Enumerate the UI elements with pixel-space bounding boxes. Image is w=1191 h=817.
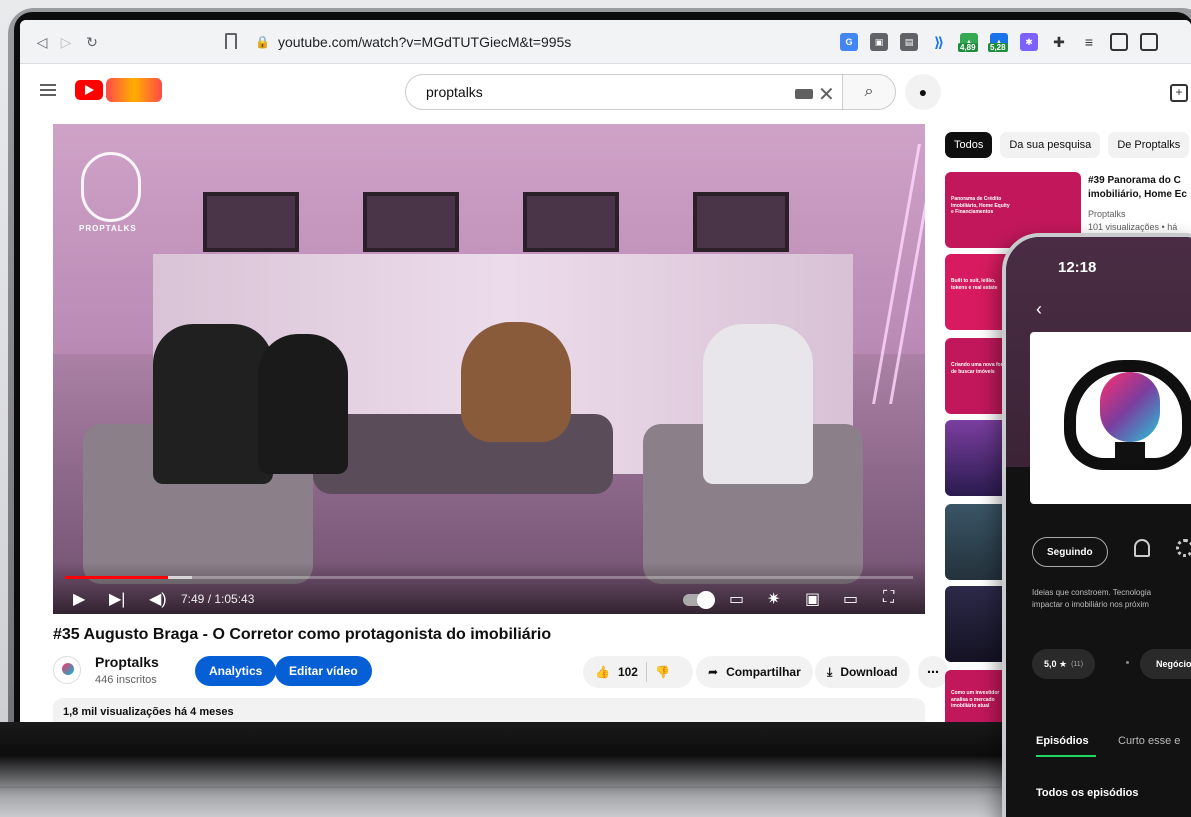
puzzle-icon[interactable]: ✚ <box>1050 33 1068 51</box>
more-actions-button[interactable]: ⋯ <box>918 656 948 688</box>
create-icon[interactable]: + <box>1170 84 1188 102</box>
separator-dot <box>1126 661 1129 664</box>
url-text: youtube.com/watch?v=MGdTUTGiecM&t=995s <box>277 34 572 50</box>
subscriber-count: 446 inscritos <box>95 674 157 686</box>
progress-played <box>65 576 168 579</box>
phone-body-background <box>1006 467 1191 817</box>
scene-window <box>523 192 619 252</box>
volume-icon[interactable]: ◀) <box>149 589 167 609</box>
translate-extension-icon[interactable]: G <box>840 33 858 51</box>
phone-status-time: 12:18 <box>1058 259 1097 276</box>
analytics-button[interactable]: Analytics <box>195 656 277 686</box>
youtube-header: proptalks ✕ ⌕ ● + <box>20 64 1191 120</box>
clear-search-icon[interactable]: ✕ <box>818 82 835 107</box>
scene-window <box>363 192 459 252</box>
like-icon[interactable]: 👍 <box>595 665 610 679</box>
sidebar-icon[interactable] <box>1110 33 1128 51</box>
voice-search-button[interactable]: ● <box>905 74 941 110</box>
youtube-doodle-icon[interactable] <box>106 78 162 102</box>
share-icon: ➦ <box>708 665 719 679</box>
search-input[interactable]: proptalks <box>405 74 855 110</box>
download-button[interactable]: ⤓ Download <box>815 656 910 688</box>
chip-from-channel[interactable]: De Proptalks <box>1108 132 1190 158</box>
audio-extension-icon[interactable]: ⟫ <box>930 33 948 51</box>
extension-badge-icon[interactable]: ▲ 4,89 <box>958 33 978 52</box>
scene-person <box>258 334 348 474</box>
share-button[interactable]: ➦ Compartilhar <box>696 656 813 688</box>
podcast-description: Ideias que constroem. Tecnologia impacta… <box>1032 588 1152 609</box>
lock-icon: 🔒 <box>255 35 270 49</box>
video-title: #35 Augusto Braga - O Corretor como prot… <box>53 626 552 643</box>
chip-all[interactable]: Todos <box>945 132 993 158</box>
podcast-cover <box>1030 332 1191 504</box>
menu-icon[interactable] <box>40 84 56 96</box>
address-bar[interactable]: 🔒 youtube.com/watch?v=MGdTUTGiecM&t=995s <box>215 28 795 56</box>
scene-person <box>153 324 273 484</box>
channel-row: Proptalks 446 inscritos Analytics Editar… <box>53 652 948 692</box>
search-icon: ⌕ <box>864 83 874 100</box>
scene-person <box>703 324 813 484</box>
divider <box>645 662 647 682</box>
phone-device: 12:18 ‹ Seguindo Ideias que constroem. T… <box>1002 233 1191 817</box>
scene-window <box>203 192 299 252</box>
section-title: Todos os episódios <box>1036 787 1139 799</box>
fullscreen-icon[interactable]: ⛶ <box>883 589 894 607</box>
keyboard-icon[interactable] <box>795 89 813 99</box>
microphone-icon: ● <box>918 84 928 100</box>
download-icon: ⤓ <box>827 664 833 679</box>
active-tab-indicator <box>1036 755 1096 757</box>
scene-window <box>693 192 789 252</box>
gear-extension-icon[interactable]: ✱ <box>1020 33 1038 51</box>
player-controls: ▶ ▶| ◀) 7:49 / 1:05:43 ▭ ✷ ▣ ▭ ⛶ <box>53 562 925 614</box>
browser-toolbar: ◁ ▷ ↻ 🔒 youtube.com/watch?v=MGdTUTGiecM&… <box>20 20 1191 64</box>
video-player[interactable]: PROPTALKS ▶ ▶| ◀) 7:49 / 1:05:43 ▭ ✷ ▣ ▭… <box>53 124 925 614</box>
next-icon[interactable]: ▶| <box>109 589 125 609</box>
scene-teddy-bear <box>461 322 571 442</box>
following-button[interactable]: Seguindo <box>1032 537 1108 567</box>
extension-icon[interactable]: ▣ <box>870 33 888 51</box>
rating-pill[interactable]: 5,0 ★ (11) <box>1032 649 1096 679</box>
settings-icon[interactable]: ✷ <box>767 589 780 609</box>
channel-avatar[interactable] <box>53 656 81 684</box>
back-icon[interactable]: ◁ <box>30 30 54 54</box>
like-dislike-group: 👍 102 👎 <box>583 656 693 688</box>
back-arrow-icon[interactable]: ‹ <box>1036 299 1042 320</box>
proptalks-watermark-icon <box>81 152 141 222</box>
tab-shorts[interactable]: Curto esse e <box>1118 735 1180 747</box>
channel-name[interactable]: Proptalks <box>95 654 159 670</box>
bell-icon[interactable] <box>1134 539 1150 557</box>
extensions-bar: G ▣ ▤ ⟫ ▲ 4,89 ▲ 5,28 ✱ ✚ ≡ <box>840 30 1158 54</box>
category-pill[interactable]: Negócio <box>1140 649 1191 679</box>
dislike-icon[interactable]: 👎 <box>655 665 670 679</box>
lightbulb-base <box>1115 442 1145 464</box>
player-watermark-text: PROPTALKS <box>79 224 137 233</box>
chip-from-search[interactable]: Da sua pesquisa <box>1000 132 1101 158</box>
recommendation-title[interactable]: #39 Panorama do C imobiliário, Home Ec <box>1088 174 1191 201</box>
forward-icon[interactable]: ▷ <box>54 30 78 54</box>
youtube-logo-icon[interactable] <box>75 80 103 100</box>
time-display: 7:49 / 1:05:43 <box>181 592 255 606</box>
extension-icon[interactable]: ▤ <box>900 33 918 51</box>
wallet-icon[interactable] <box>1140 33 1158 51</box>
theater-icon[interactable]: ▭ <box>843 589 858 609</box>
gear-icon[interactable] <box>1176 539 1191 557</box>
description-meta: 1,8 mil visualizações há 4 meses <box>63 706 234 718</box>
search-button[interactable]: ⌕ <box>842 74 896 110</box>
play-icon[interactable]: ▶ <box>73 589 85 609</box>
description-box[interactable]: 1,8 mil visualizações há 4 meses <box>53 698 925 722</box>
playlist-icon[interactable]: ≡ <box>1080 33 1098 51</box>
progress-bar[interactable] <box>65 576 913 579</box>
miniplayer-icon[interactable]: ▣ <box>805 589 820 609</box>
tab-episodes[interactable]: Episódios <box>1036 735 1089 747</box>
recommendation-meta: Proptalks 101 visualizações • há <box>1088 209 1178 232</box>
filter-chips: Todos Da sua pesquisa De Proptalks <box>945 132 1190 158</box>
extension-badge-icon[interactable]: ▲ 5,28 <box>988 33 1008 52</box>
reload-icon[interactable]: ↻ <box>80 30 104 54</box>
edit-video-button[interactable]: Editar vídeo <box>275 656 372 686</box>
autoplay-toggle[interactable] <box>683 591 715 609</box>
subtitles-icon[interactable]: ▭ <box>729 589 744 609</box>
like-count[interactable]: 102 <box>618 665 638 679</box>
scene-sofa <box>313 414 613 494</box>
lightbulb-icon <box>1100 372 1160 442</box>
